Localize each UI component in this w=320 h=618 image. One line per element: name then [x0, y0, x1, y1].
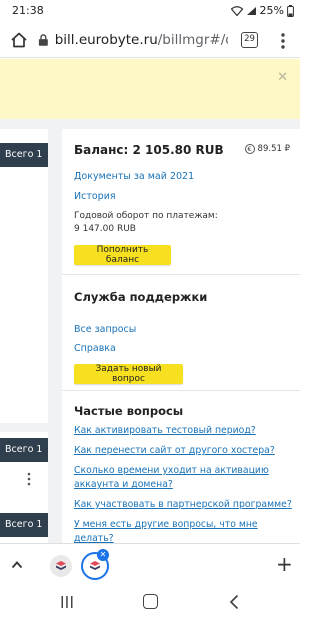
turnover-label: Годовой оборот по платежам: — [74, 211, 218, 221]
new-tab-icon[interactable]: + — [276, 554, 293, 574]
battery-percent: 25% — [259, 4, 284, 17]
tab-thumbnail[interactable] — [50, 555, 72, 577]
coin-icon: € — [244, 144, 255, 154]
notification-banner: ✕ — [0, 59, 300, 119]
balance-side-value: 89.51 ₽ — [257, 144, 290, 154]
battery-icon — [287, 4, 294, 17]
faq-link[interactable]: Как активировать тестовый период? — [74, 424, 294, 438]
back-icon[interactable] — [229, 594, 239, 610]
all-requests-link[interactable]: Все запросы — [74, 324, 136, 335]
topup-button[interactable]: Пополнить баланс — [74, 245, 171, 265]
balance-side: € 89.51 ₽ — [244, 144, 290, 154]
address-bar[interactable]: bill.eurobyte.ru/billmgr#/das — [38, 28, 228, 52]
chevron-up-icon[interactable] — [11, 559, 23, 571]
site-favicon-icon — [90, 561, 100, 570]
more-vert-icon[interactable] — [27, 472, 31, 486]
tab-switcher-button[interactable]: 29 — [241, 32, 258, 48]
signal-icon — [246, 6, 256, 15]
recents-icon[interactable] — [60, 595, 74, 609]
close-tab-icon[interactable]: ✕ — [97, 549, 109, 561]
status-icons: 25% — [230, 4, 294, 17]
total-badge: Всего 1 — [0, 438, 48, 462]
faq-section: Частые вопросы Как активировать тестовый… — [62, 392, 300, 543]
status-bar: 21:38 25% — [0, 0, 300, 22]
new-request-button[interactable]: Задать новый вопрос — [74, 364, 183, 384]
left-panel: Всего 1 — [0, 129, 48, 423]
faq-link[interactable]: Как участвовать в партнерской программе? — [74, 498, 294, 512]
left-panel-3: Всего 1 — [0, 508, 48, 543]
url-path: /billmgr#/das — [157, 32, 228, 48]
total-badge: Всего 1 — [0, 513, 48, 537]
total-badge: Всего 1 — [0, 143, 48, 167]
site-favicon-icon — [56, 561, 66, 570]
home-button-icon[interactable] — [143, 594, 158, 609]
faq-link[interactable]: У меня есть другие вопросы, что мне дела… — [74, 518, 294, 543]
main-card: Баланс: 2 105.80 RUB € 89.51 ₽ Документы… — [62, 129, 300, 543]
faq-title: Частые вопросы — [74, 404, 184, 418]
balance-title: Баланс: 2 105.80 RUB — [74, 143, 224, 157]
more-vert-icon[interactable] — [275, 32, 291, 50]
wifi-icon — [230, 5, 243, 16]
browser-toolbar: bill.eurobyte.ru/billmgr#/das 29 — [0, 22, 300, 58]
status-time: 21:38 — [12, 4, 44, 17]
home-icon[interactable] — [10, 31, 28, 49]
history-link[interactable]: История — [74, 191, 116, 202]
support-section: Служба поддержки Все запросы Справка Зад… — [62, 276, 300, 391]
system-nav-bar — [0, 587, 300, 618]
url-text[interactable]: bill.eurobyte.ru/billmgr#/das — [55, 32, 228, 48]
close-icon[interactable]: ✕ — [277, 71, 288, 84]
turnover-value: 9 147.00 RUB — [74, 224, 136, 234]
balance-section: Баланс: 2 105.80 RUB € 89.51 ₽ Документы… — [62, 129, 300, 275]
url-host: bill.eurobyte.ru — [54, 32, 158, 48]
support-title: Служба поддержки — [74, 290, 208, 304]
documents-link[interactable]: Документы за май 2021 — [74, 171, 194, 182]
faq-link[interactable]: Как перенести сайт от другого хостера? — [74, 444, 294, 458]
lock-icon[interactable] — [38, 33, 49, 47]
faq-link[interactable]: Сколько времени уходит на активацию акка… — [74, 464, 294, 492]
bottom-tab-bar: ✕ + — [0, 543, 300, 587]
help-link[interactable]: Справка — [74, 343, 116, 354]
dashboard: Всего 1 Всего 1 Всего 1 Баланс: 2 105.80… — [0, 119, 300, 543]
